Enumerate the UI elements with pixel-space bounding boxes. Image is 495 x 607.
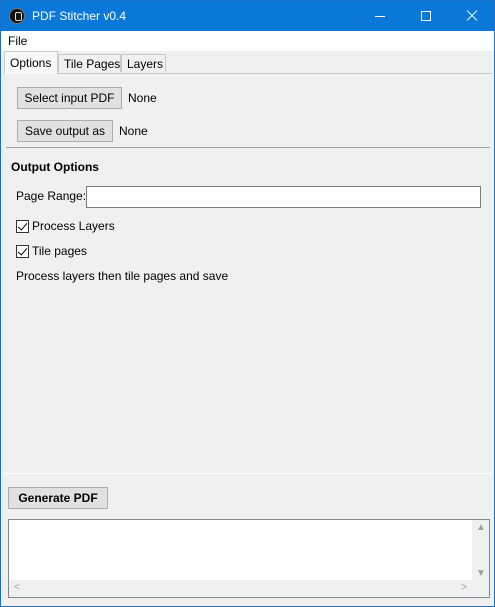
- tab-tile-pages[interactable]: Tile Pages: [58, 54, 121, 72]
- tile-pages-label: Tile pages: [32, 244, 87, 258]
- menu-bar: File: [1, 31, 494, 51]
- menu-file[interactable]: File: [8, 34, 27, 48]
- vertical-scrollbar[interactable]: ▲ ▼: [472, 520, 489, 582]
- options-panel: Select input PDF None Save output as Non…: [4, 73, 492, 474]
- minimize-button[interactable]: [357, 1, 403, 31]
- app-icon[interactable]: [9, 8, 25, 24]
- tab-options[interactable]: Options: [4, 51, 58, 74]
- scroll-right-icon[interactable]: >: [459, 583, 469, 593]
- maximize-button[interactable]: [403, 1, 449, 31]
- scroll-left-icon[interactable]: <: [12, 583, 22, 593]
- panel-divider: [4, 473, 492, 474]
- output-options-heading: Output Options: [11, 160, 99, 174]
- horizontal-scrollbar[interactable]: < >: [9, 580, 472, 597]
- tile-pages-option[interactable]: Tile pages: [16, 244, 87, 258]
- generate-pdf-button[interactable]: Generate PDF: [8, 487, 108, 509]
- minimize-icon: [375, 15, 385, 17]
- tab-layers[interactable]: Layers: [121, 54, 166, 72]
- title-bar[interactable]: PDF Stitcher v0.4: [1, 1, 494, 31]
- page-range-input[interactable]: [86, 186, 481, 208]
- log-output-area[interactable]: ▲ ▼ < >: [8, 519, 490, 598]
- select-input-pdf-button[interactable]: Select input PDF: [17, 87, 122, 109]
- status-text: Process layers then tile pages and save: [16, 269, 229, 283]
- input-file-value: None: [128, 91, 157, 105]
- scroll-up-icon[interactable]: ▲: [476, 523, 486, 533]
- output-file-value: None: [119, 124, 148, 138]
- app-window: PDF Stitcher v0.4 File Tile Pages Layers…: [0, 0, 495, 607]
- tab-strip: Tile Pages Layers Options: [1, 51, 494, 74]
- tile-pages-checkbox[interactable]: [16, 244, 29, 258]
- scroll-down-icon[interactable]: ▼: [476, 569, 486, 579]
- maximize-icon: [421, 11, 431, 21]
- close-icon: [466, 10, 478, 22]
- separator: [6, 147, 490, 148]
- window-title: PDF Stitcher v0.4: [32, 9, 127, 23]
- process-layers-option[interactable]: Process Layers: [16, 219, 115, 233]
- process-layers-checkbox[interactable]: [16, 219, 29, 233]
- process-layers-label: Process Layers: [32, 219, 115, 233]
- close-button[interactable]: [449, 1, 494, 31]
- save-output-button[interactable]: Save output as: [17, 120, 113, 142]
- page-range-label: Page Range:: [16, 189, 87, 203]
- scrollbar-corner: [472, 580, 489, 597]
